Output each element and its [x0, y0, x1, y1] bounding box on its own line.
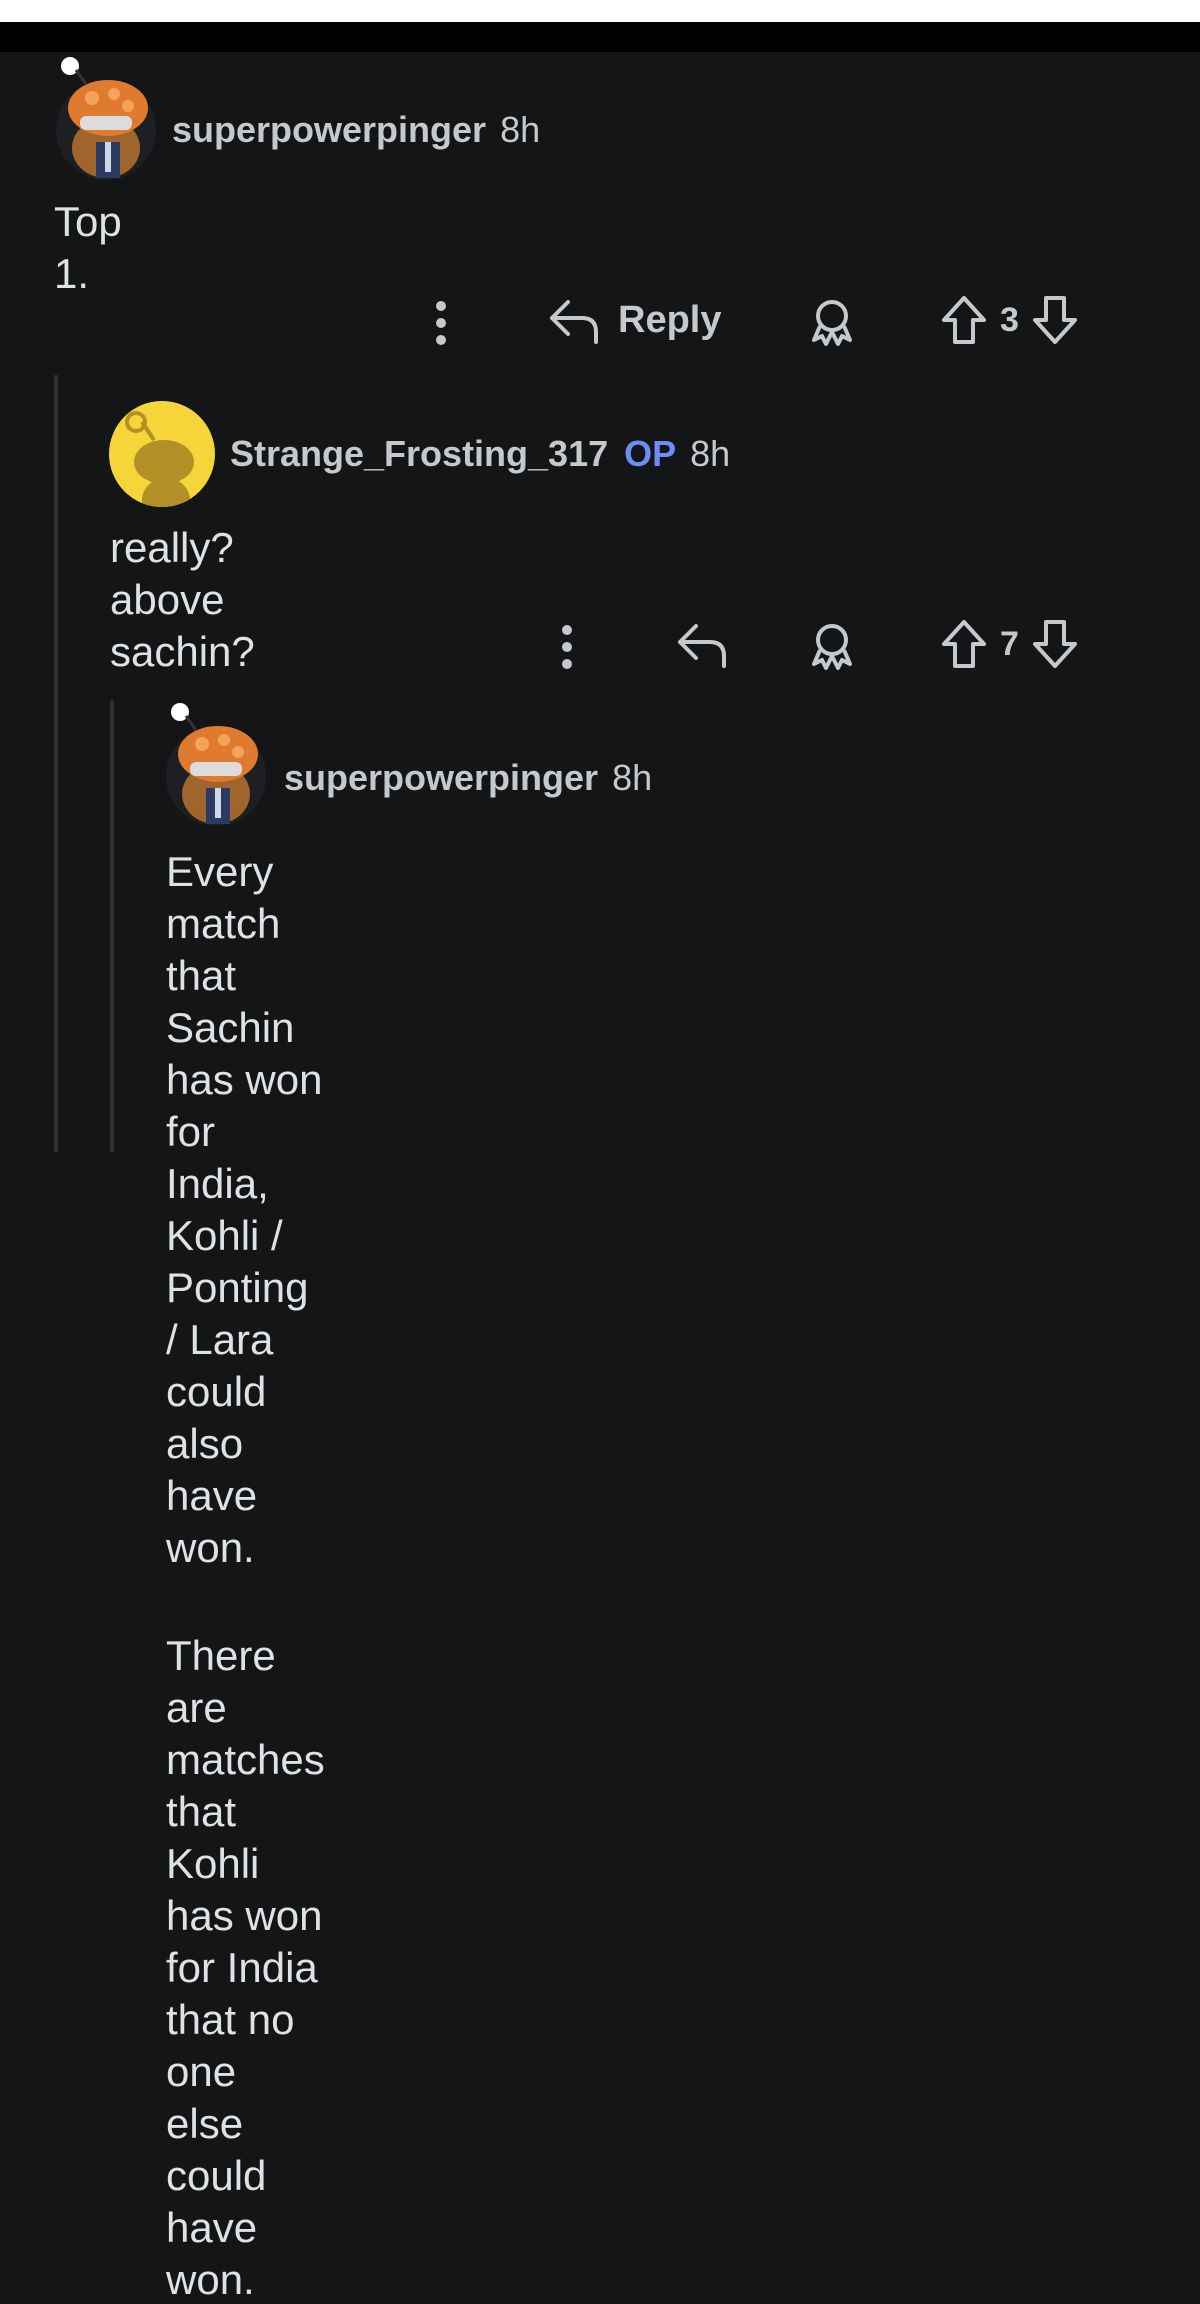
avatar[interactable] [52, 52, 158, 182]
comment-body: Top 1. [54, 196, 122, 300]
username[interactable]: Strange_Frosting_317 [230, 433, 608, 475]
score: 7 [1000, 624, 1019, 663]
avatar[interactable] [108, 400, 216, 508]
reply-icon [550, 300, 598, 344]
comment-body-line: Kohli / Ponting / Lara could also have w… [166, 1212, 309, 1571]
avatar[interactable] [162, 698, 268, 828]
snoo-avatar-icon [109, 401, 215, 507]
username[interactable]: superpowerpinger [284, 757, 598, 799]
thread-line-level-2[interactable] [110, 700, 114, 1152]
downvote-icon[interactable] [1031, 294, 1079, 346]
award-icon [812, 624, 852, 670]
timestamp: 8h [612, 757, 653, 798]
reply-label: Reply [618, 298, 722, 341]
reply-button[interactable]: Reply [548, 296, 721, 344]
vote-controls: 3 [940, 294, 1079, 346]
timestamp: 8h [500, 109, 541, 150]
score: 3 [1000, 300, 1019, 339]
timestamp: 8h [690, 433, 731, 474]
upvote-icon[interactable] [940, 294, 988, 346]
award-button[interactable] [806, 296, 858, 348]
comment-body: Every match that Sachin has won for Indi… [166, 846, 325, 2304]
vote-controls: 7 [940, 618, 1079, 670]
top-edge [0, 0, 1200, 22]
reply-icon [678, 624, 726, 668]
reply-button[interactable] [676, 620, 728, 668]
comment-body-line: Every match that Sachin has won for Indi… [166, 848, 323, 1207]
comment-body-line: There are matches that Kohli has won for… [166, 1632, 325, 1991]
more-options-button[interactable] [552, 624, 582, 670]
downvote-icon[interactable] [1031, 618, 1079, 670]
op-badge: OP [624, 433, 677, 474]
comment-actions: Reply 3 [0, 290, 1200, 350]
snoo-avatar-icon [166, 703, 266, 826]
more-options-icon [436, 301, 446, 345]
more-options-button[interactable] [426, 300, 456, 346]
award-button[interactable] [806, 620, 858, 672]
comment-actions: 7 [0, 614, 1200, 674]
top-bar [0, 0, 1200, 52]
award-icon [812, 300, 852, 346]
more-options-icon [562, 625, 572, 669]
upvote-icon[interactable] [940, 618, 988, 670]
comment-body-line: that no one else could have won. [166, 1996, 295, 2303]
thread-line-level-1[interactable] [54, 375, 58, 1152]
username[interactable]: superpowerpinger [172, 109, 486, 151]
comment-body-line: Top 1. [54, 198, 122, 297]
snoo-avatar-icon [56, 57, 156, 180]
